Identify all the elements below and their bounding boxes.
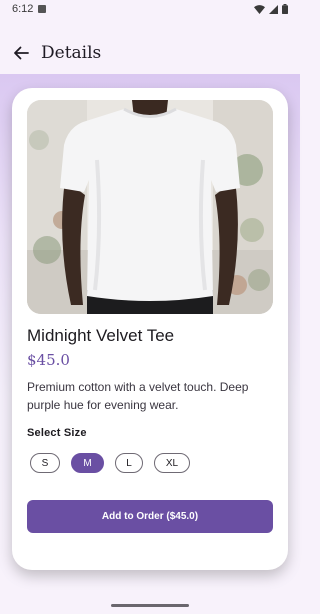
top-app-bar: Details: [0, 26, 300, 80]
back-button[interactable]: [1, 33, 41, 73]
home-indicator[interactable]: [111, 604, 189, 607]
page-title: Details: [41, 43, 102, 63]
status-left: 6:12: [12, 3, 47, 15]
notification-icon: [38, 5, 47, 13]
product-price: $45.0: [27, 351, 70, 369]
product-image: [27, 100, 273, 314]
product-title: Midnight Velvet Tee: [27, 326, 175, 345]
size-chip-m[interactable]: M: [71, 453, 104, 473]
wifi-icon: [254, 4, 265, 14]
size-section-label: Select Size: [27, 427, 87, 439]
size-chip-xl[interactable]: XL: [154, 453, 190, 473]
arrow-back-icon: [14, 46, 29, 60]
signal-icon: [269, 4, 278, 14]
size-selector: S M L XL: [30, 453, 190, 473]
battery-icon: [282, 4, 288, 14]
product-description: Premium cotton with a velvet touch. Deep…: [27, 380, 249, 412]
status-right: [254, 4, 288, 14]
status-bar: 6:12: [0, 0, 300, 18]
status-time: 6:12: [12, 3, 34, 15]
size-chip-l[interactable]: L: [115, 453, 143, 473]
t-shirt-photo-icon: [27, 100, 273, 314]
add-to-order-button[interactable]: Add to Order ($45.0): [27, 500, 273, 533]
product-card: Midnight Velvet Tee $45.0 Premium cotton…: [12, 88, 288, 570]
size-chip-s[interactable]: S: [30, 453, 60, 473]
